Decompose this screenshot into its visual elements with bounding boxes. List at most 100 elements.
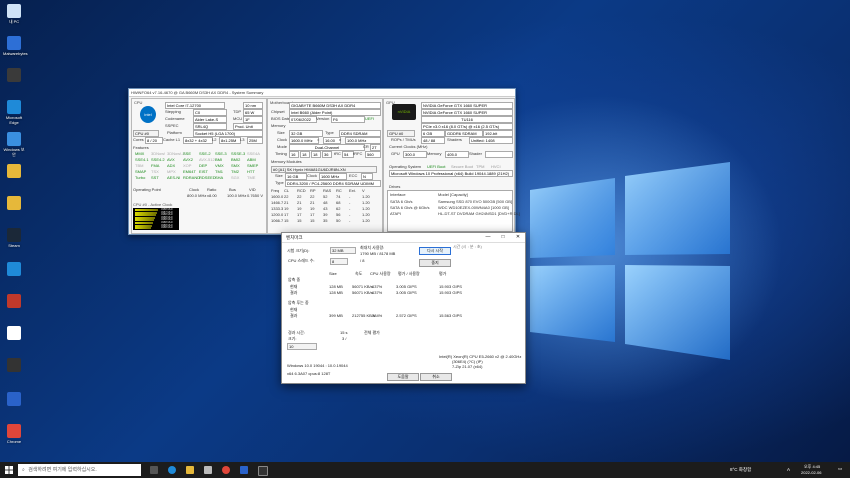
desktop-icon[interactable] (3, 294, 25, 309)
start-button-windows-icon[interactable] (5, 466, 13, 474)
module-select[interactable]: #0 [A1] SK Hynix HMA81GU6DJR8N-XN (271, 166, 377, 173)
gpu-clk-label: GPU (391, 151, 400, 156)
freq-cell: 62 (336, 206, 341, 211)
desktop-icon-image (7, 196, 21, 210)
desktop-icon[interactable]: Chrome (3, 424, 25, 444)
op-point-label: Operating Point (133, 187, 161, 192)
gpu-bus: 192-bit (483, 130, 513, 137)
feature-flag: HTT (247, 169, 255, 174)
freq-cell: 1.20 (362, 218, 370, 223)
desktop-icon-label: Malwarebytes (3, 51, 28, 56)
freq-cell: - (349, 212, 351, 217)
freq-cell: 21 (284, 200, 289, 205)
shaders-label: Shaders (447, 137, 462, 142)
7zip-taskbar-icon[interactable] (258, 466, 268, 476)
feature-flag: RDRAND (183, 175, 201, 180)
feature-flag: SSSE-3 (231, 151, 246, 156)
desktop-icon[interactable]: Malwarebytes (3, 36, 28, 56)
edge-taskbar-icon[interactable] (168, 466, 176, 474)
test-size-select[interactable]: 32 MB (330, 247, 356, 254)
clock-date[interactable]: 2022-02-06 (801, 470, 821, 475)
chipset-label: Chipset (271, 109, 285, 114)
restart-button[interactable]: 다시 시작 (419, 247, 451, 255)
hwinfo-taskbar-icon[interactable] (240, 466, 248, 474)
freq-cell: 15 (297, 218, 302, 223)
benchmark-dialog[interactable]: 벤치마크 — □ ✕ 시험 크기(D): 32 MB 최대치 사용량: 1790… (281, 232, 526, 384)
feature-flag: 3DNow! (151, 151, 166, 156)
freq-cell: 68 (336, 200, 341, 205)
threads-select[interactable]: 8 (330, 258, 348, 265)
taskbar-search-box[interactable]: ⌕ 검색하려면 여기에 입력하십시오. (18, 464, 141, 476)
decompress-result-cell: 15.563 GIPS (439, 313, 462, 318)
weather-text[interactable]: 8°C 화창함 (730, 467, 751, 473)
cancel-button[interactable]: 취소 (420, 373, 452, 381)
cpu-select[interactable]: CPU #0 (133, 130, 159, 137)
desktop-icon-label: 내 PC (8, 19, 20, 24)
gpu-code: TU116 (421, 116, 513, 123)
close-button[interactable]: ✕ (511, 233, 525, 242)
ime-indicator[interactable]: A (787, 467, 790, 472)
minimize-button[interactable]: — (481, 233, 495, 242)
desktop-icon[interactable] (3, 358, 25, 373)
windows-logo-wallpaper (530, 162, 730, 360)
uefi-badge: UEFI (365, 116, 375, 121)
task-view-icon[interactable] (150, 466, 158, 474)
cores-value: 8 / 20 (145, 137, 163, 144)
desktop-icon[interactable]: 내 PC (3, 4, 25, 24)
desktop-icon-image (7, 228, 21, 242)
desktop-icon[interactable]: Steam (3, 228, 25, 248)
store-taskbar-icon[interactable] (204, 466, 212, 474)
sspec-label: SSPEC (165, 123, 179, 128)
desktop-icon[interactable] (3, 164, 25, 179)
freq-cell: 50 (336, 218, 341, 223)
maximize-button[interactable]: □ (496, 233, 510, 242)
feature-flag: AVX-512 (199, 157, 215, 162)
vid-col: VID (249, 187, 256, 192)
freq-cell: 1.20 (362, 200, 370, 205)
freq-cell: 52 (323, 194, 328, 199)
help-button[interactable]: 도움말 (387, 373, 419, 381)
hwinfo-title[interactable]: HWiNFO64 v7.16-4670 @ GA B660M DS3H AX D… (129, 89, 515, 97)
hwinfo-summary-window[interactable]: HWiNFO64 v7.16-4670 @ GA B660M DS3H AX D… (128, 88, 520, 235)
desktop-icon[interactable]: Windows 보안 (3, 132, 25, 157)
desktop-icon[interactable] (3, 262, 25, 277)
rops-label: ROPs / TMUs (391, 137, 416, 142)
msize-label: Size (275, 173, 283, 178)
file-explorer-taskbar-icon[interactable] (186, 466, 194, 474)
freq-cell: 19 (310, 206, 315, 211)
chrome-taskbar-icon[interactable] (222, 466, 230, 474)
desktop-icon[interactable] (3, 392, 25, 407)
freq-col-header: RP (310, 188, 316, 193)
freq-cell: 1.20 (362, 206, 370, 211)
desktop-icon[interactable] (3, 196, 25, 211)
ratio-col: Ratio (207, 187, 217, 192)
ecc-label: ECC (349, 173, 358, 178)
cores-label: Cores (133, 137, 144, 142)
dialog-titlebar[interactable]: 벤치마크 — □ ✕ (282, 233, 525, 243)
feature-flag: RDSEED (199, 175, 216, 180)
iface-col: Interface (390, 192, 406, 197)
desktop-icon-image (7, 100, 21, 114)
os-line: Windows 10.0 19044 : 10.0.19044 (287, 363, 348, 368)
desktop-icon-image (7, 262, 21, 276)
feature-flag: BMI (215, 157, 223, 162)
passes-select[interactable]: 10 (287, 343, 317, 350)
gpu-select[interactable]: GPU #0 (387, 130, 415, 137)
feature-flag: EIST (199, 169, 208, 174)
size-value: 3 / (342, 336, 347, 341)
stop-button[interactable]: 중지 (419, 259, 451, 267)
os-value: Microsoft Windows 10 Professional (x64) … (389, 170, 513, 177)
desktop-icon[interactable] (3, 68, 25, 83)
freq-cell: 39 (323, 212, 328, 217)
decompress-label: 압축 푸는 중 (288, 300, 309, 305)
drive-model: Samsung SSD 870 EVO 500GB [500 GB] (438, 199, 513, 204)
shaders-value: Unified: 1408 (469, 137, 513, 144)
desktop-icon[interactable] (3, 326, 25, 341)
desktop-icon-image (7, 294, 21, 308)
clocks-label: Current Clocks (MHz) (389, 144, 428, 149)
trfc-label: tRFC (353, 151, 363, 156)
desktop-icon[interactable]: Microsoft Edge (3, 100, 25, 125)
col-size: Size (329, 271, 337, 276)
compress-label: 압축 중 (288, 277, 301, 282)
notification-icon[interactable]: ▭ (838, 466, 842, 472)
